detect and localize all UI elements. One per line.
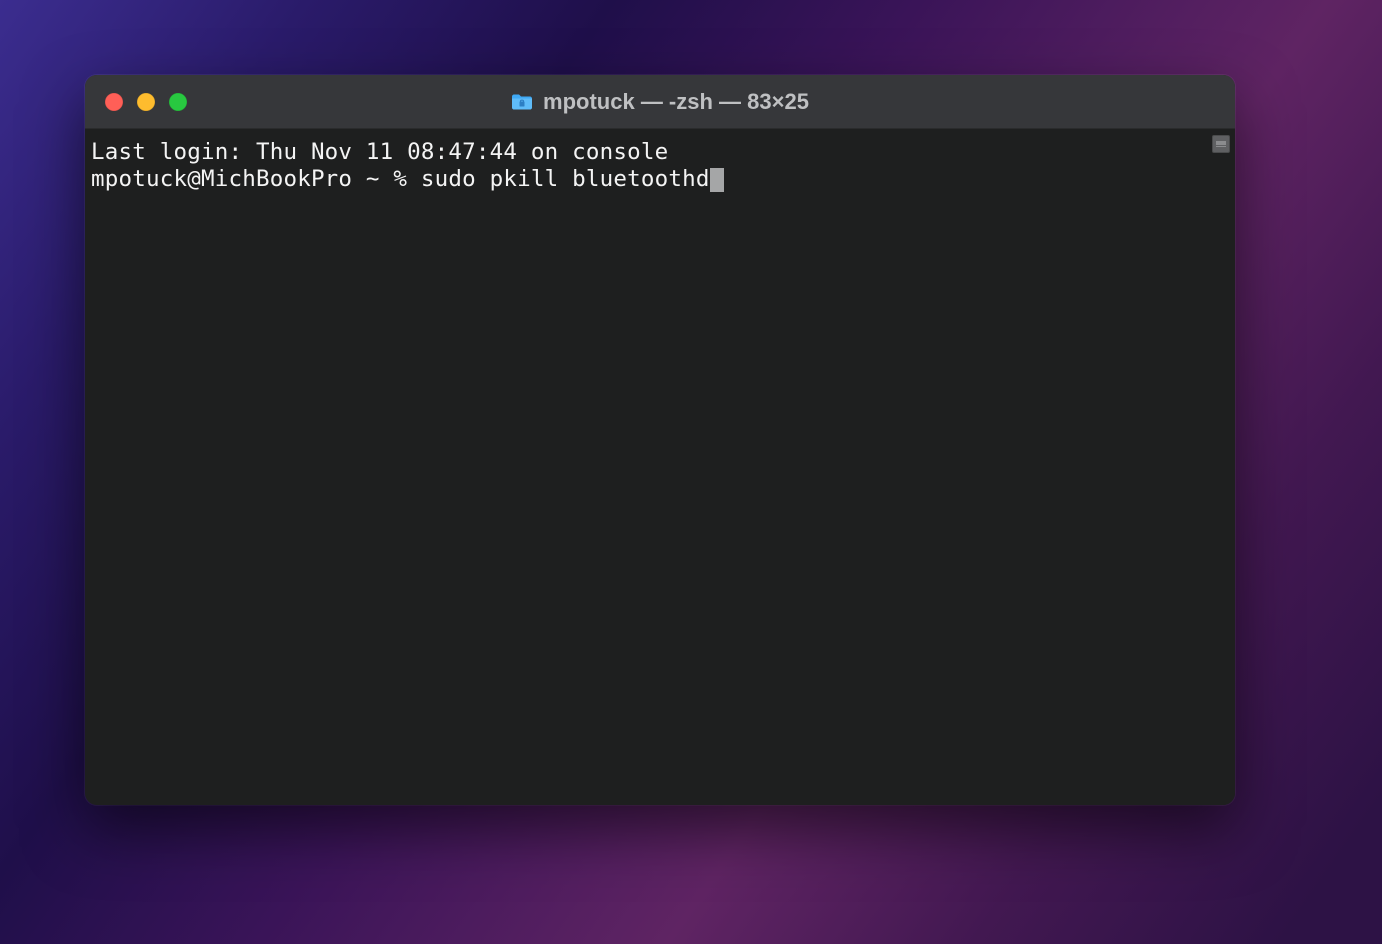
terminal-window: mpotuck — -zsh — 83×25 Last login: Thu N… — [85, 75, 1235, 805]
traffic-lights — [85, 93, 187, 111]
close-button[interactable] — [105, 93, 123, 111]
maximize-button[interactable] — [169, 93, 187, 111]
titlebar: mpotuck — -zsh — 83×25 — [85, 75, 1235, 129]
scroll-indicator-icon[interactable] — [1212, 135, 1230, 153]
minimize-button[interactable] — [137, 93, 155, 111]
last-login-line: Last login: Thu Nov 11 08:47:44 on conso… — [91, 139, 1201, 166]
folder-icon — [511, 93, 533, 111]
window-title: mpotuck — -zsh — 83×25 — [85, 89, 1235, 115]
terminal-body: Last login: Thu Nov 11 08:47:44 on conso… — [85, 129, 1235, 805]
terminal-content[interactable]: Last login: Thu Nov 11 08:47:44 on conso… — [85, 129, 1207, 805]
window-title-text: mpotuck — -zsh — 83×25 — [543, 89, 809, 115]
command-text: sudo pkill bluetoothd — [421, 166, 710, 193]
scrollbar[interactable] — [1207, 129, 1235, 805]
cursor — [710, 168, 724, 192]
prompt-line: mpotuck@MichBookPro ~ % sudo pkill bluet… — [91, 166, 1201, 193]
shell-prompt: mpotuck@MichBookPro ~ % — [91, 166, 421, 193]
